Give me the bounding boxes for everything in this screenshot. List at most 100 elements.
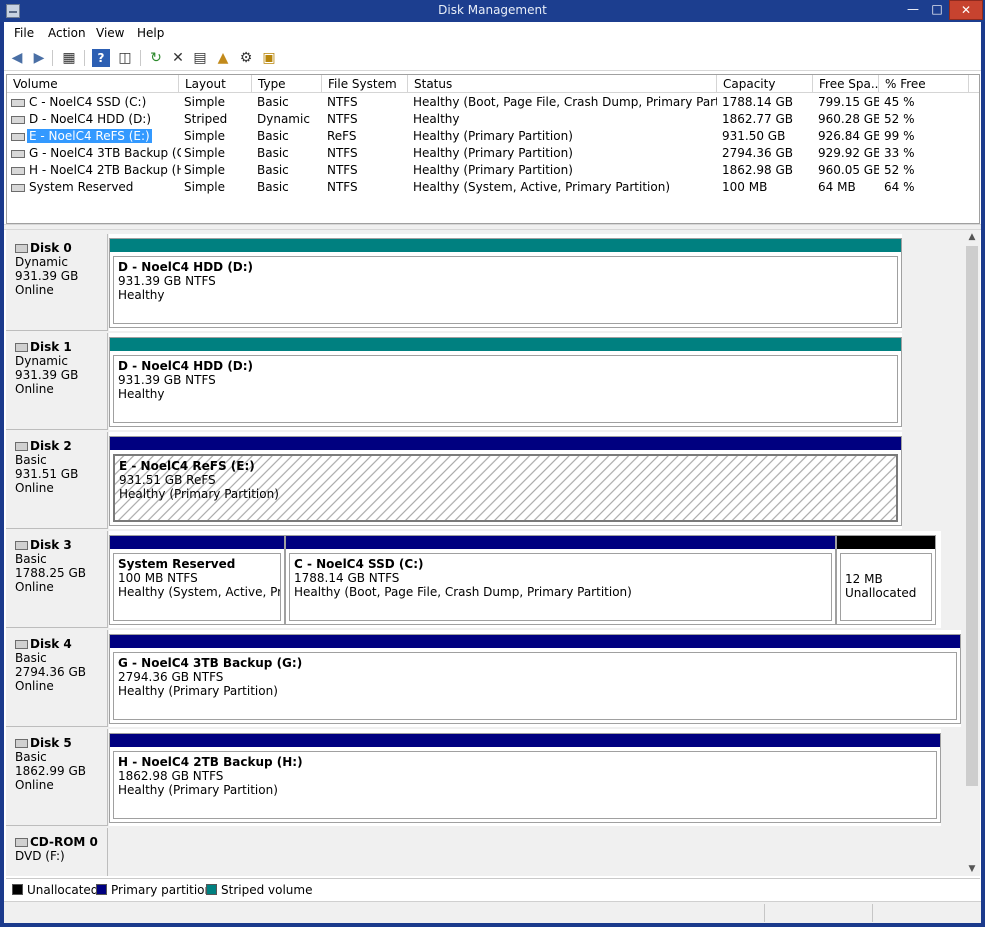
delete-icon[interactable]: ✕ xyxy=(169,49,187,67)
disk-2-label[interactable]: Disk 2 Basic 931.51 GB Online xyxy=(6,432,108,529)
disk-row: Disk 4 Basic 2794.36 GB Online G - NoelC… xyxy=(6,630,964,727)
show-hide-action-pane-icon[interactable]: ◫ xyxy=(116,49,134,67)
cell-capacity: 1788.14 GB xyxy=(722,95,793,109)
maximize-button[interactable]: □ xyxy=(925,0,949,20)
partition-info: 12 MB Unallocated xyxy=(840,553,932,621)
vertical-scrollbar[interactable]: ▲ ▼ xyxy=(964,230,980,876)
cell-capacity: 1862.77 GB xyxy=(722,112,793,126)
scroll-up-icon[interactable]: ▲ xyxy=(964,230,980,244)
cell-percent-free: 33 % xyxy=(884,146,915,160)
toolbar: ◀ ▶ ▦ ? ◫ ↻ ✕ ▤ ▲ ⚙ ▣ xyxy=(4,45,981,71)
disk-0-label[interactable]: Disk 0 Dynamic 931.39 GB Online xyxy=(6,234,108,331)
table-row[interactable]: D - NoelC4 HDD (D:) Striped Dynamic NTFS Hea… xyxy=(7,111,979,128)
help-icon[interactable]: ? xyxy=(92,49,110,67)
disk-kind: Basic xyxy=(15,552,47,566)
open-icon[interactable]: ▲ xyxy=(214,49,232,67)
scroll-thumb[interactable] xyxy=(966,246,978,786)
console-tree-icon[interactable]: ▦ xyxy=(60,49,78,67)
disk-3-partitions: System Reserved 100 MB NTFS Healthy (Sys… xyxy=(109,531,941,628)
table-row[interactable]: G - NoelC4 3TB Backup (G:) Simple Basic NTF… xyxy=(7,145,979,162)
column-percent-free[interactable]: % Free xyxy=(879,75,969,93)
back-icon[interactable]: ◀ xyxy=(8,49,26,67)
column-layout[interactable]: Layout xyxy=(179,75,252,93)
disk-3-label[interactable]: Disk 3 Basic 1788.25 GB Online xyxy=(6,531,108,628)
partition-name: G - NoelC4 3TB Backup (G:) xyxy=(118,656,303,670)
menu-action[interactable]: Action xyxy=(48,26,86,40)
window: Disk Management — □ ✕ File Action View H… xyxy=(0,0,985,927)
partition-status: Healthy (Boot, Page File, Crash Dump, Pr… xyxy=(294,585,632,599)
partition-c[interactable]: C - NoelC4 SSD (C:) 1788.14 GB NTFS Heal… xyxy=(285,535,836,625)
disk-icon xyxy=(15,442,28,451)
menu-bar: File Action View Help xyxy=(4,22,981,44)
cell-type: Basic xyxy=(257,95,289,109)
partition-h[interactable]: H - NoelC4 2TB Backup (H:) 1862.98 GB NT… xyxy=(109,733,941,823)
table-row[interactable]: E - NoelC4 ReFS (E:) Simple Basic ReFS Healt… xyxy=(7,128,979,145)
column-file-system[interactable]: File System xyxy=(322,75,408,93)
partition-status: Healthy (Primary Partition) xyxy=(118,783,278,797)
disk-1-label[interactable]: Disk 1 Dynamic 931.39 GB Online xyxy=(6,333,108,430)
table-row[interactable]: H - NoelC4 2TB Backup (H:) Simple Basic NTF… xyxy=(7,162,979,179)
disk-4-label[interactable]: Disk 4 Basic 2794.36 GB Online xyxy=(6,630,108,727)
striped-volume-bar xyxy=(110,338,901,351)
cell-percent-free: 99 % xyxy=(884,129,915,143)
properties-icon[interactable]: ▤ xyxy=(191,49,209,67)
help-topics-icon[interactable]: ▣ xyxy=(260,49,278,67)
column-status[interactable]: Status xyxy=(408,75,717,93)
disk-name: CD-ROM 0 xyxy=(30,835,98,849)
rescan-disks-icon[interactable]: ⚙ xyxy=(237,49,255,67)
drive-icon xyxy=(11,183,25,192)
column-free-space[interactable]: Free Spa... xyxy=(813,75,879,93)
cell-volume: System Reserved xyxy=(11,180,181,194)
menu-view[interactable]: View xyxy=(96,26,124,40)
column-capacity[interactable]: Capacity xyxy=(717,75,813,93)
toolbar-separator xyxy=(140,50,141,66)
drive-icon xyxy=(11,149,25,158)
partition-status: Healthy xyxy=(118,387,165,401)
cell-type: Basic xyxy=(257,163,289,177)
column-type[interactable]: Type xyxy=(252,75,322,93)
table-row[interactable]: System Reserved Simple Basic NTFS Healthy (S… xyxy=(7,179,979,196)
column-volume[interactable]: Volume xyxy=(7,75,179,93)
cell-percent-free: 52 % xyxy=(884,112,915,126)
partition-g[interactable]: G - NoelC4 3TB Backup (G:) 2794.36 GB NT… xyxy=(109,634,961,724)
cell-type: Basic xyxy=(257,180,289,194)
cdrom-0-label[interactable]: CD-ROM 0 DVD (F:) xyxy=(6,828,108,876)
disk-size: 2794.36 GB xyxy=(15,665,86,679)
partition-e[interactable]: E - NoelC4 ReFS (E:) 931.51 GB ReFS Heal… xyxy=(109,436,902,526)
partition-status: Unallocated xyxy=(845,586,917,600)
disk-5-label[interactable]: Disk 5 Basic 1862.99 GB Online xyxy=(6,729,108,826)
disk-kind: DVD (F:) xyxy=(15,849,65,863)
partition-system-reserved[interactable]: System Reserved 100 MB NTFS Healthy (Sys… xyxy=(109,535,285,625)
unallocated-bar xyxy=(837,536,935,549)
disk-state: Online xyxy=(15,778,54,792)
partition-name: E - NoelC4 ReFS (E:) xyxy=(119,459,255,473)
legend-swatch xyxy=(12,884,23,895)
partition-size: 2794.36 GB NTFS xyxy=(118,670,224,684)
unallocated-space[interactable]: 12 MB Unallocated xyxy=(836,535,936,625)
close-button[interactable]: ✕ xyxy=(949,0,983,20)
disk-icon xyxy=(15,541,28,550)
minimize-button[interactable]: — xyxy=(901,0,925,20)
legend-unallocated: Unallocated xyxy=(12,883,98,897)
primary-partition-bar xyxy=(110,536,284,549)
menu-file[interactable]: File xyxy=(14,26,34,40)
partition-size: 100 MB NTFS xyxy=(118,571,198,585)
disk-state: Online xyxy=(15,481,54,495)
cell-status: Healthy (Boot, Page File, Crash Dump, Pr… xyxy=(413,95,717,109)
menu-help[interactable]: Help xyxy=(137,26,164,40)
refresh-icon[interactable]: ↻ xyxy=(147,49,165,67)
partition-info: H - NoelC4 2TB Backup (H:) 1862.98 GB NT… xyxy=(113,751,937,819)
forward-icon[interactable]: ▶ xyxy=(30,49,48,67)
disk-kind: Basic xyxy=(15,651,47,665)
partition-d[interactable]: D - NoelC4 HDD (D:) 931.39 GB NTFS Healt… xyxy=(109,337,902,427)
cell-volume: G - NoelC4 3TB Backup (G:) xyxy=(11,146,181,160)
cell-free-space: 960.28 GB xyxy=(818,112,879,126)
disk-row: Disk 5 Basic 1862.99 GB Online H - NoelC… xyxy=(6,729,964,826)
disk-row: Disk 0 Dynamic 931.39 GB Online D - Noel… xyxy=(6,234,964,331)
partition-d[interactable]: D - NoelC4 HDD (D:) 931.39 GB NTFS Healt… xyxy=(109,238,902,328)
disk-icon xyxy=(15,244,28,253)
cell-free-space: 926.84 GB xyxy=(818,129,879,143)
scroll-down-icon[interactable]: ▼ xyxy=(964,862,980,876)
table-row[interactable]: C - NoelC4 SSD (C:) Simple Basic NTFS Health… xyxy=(7,94,979,111)
partition-info: D - NoelC4 HDD (D:) 931.39 GB NTFS Healt… xyxy=(113,256,898,324)
